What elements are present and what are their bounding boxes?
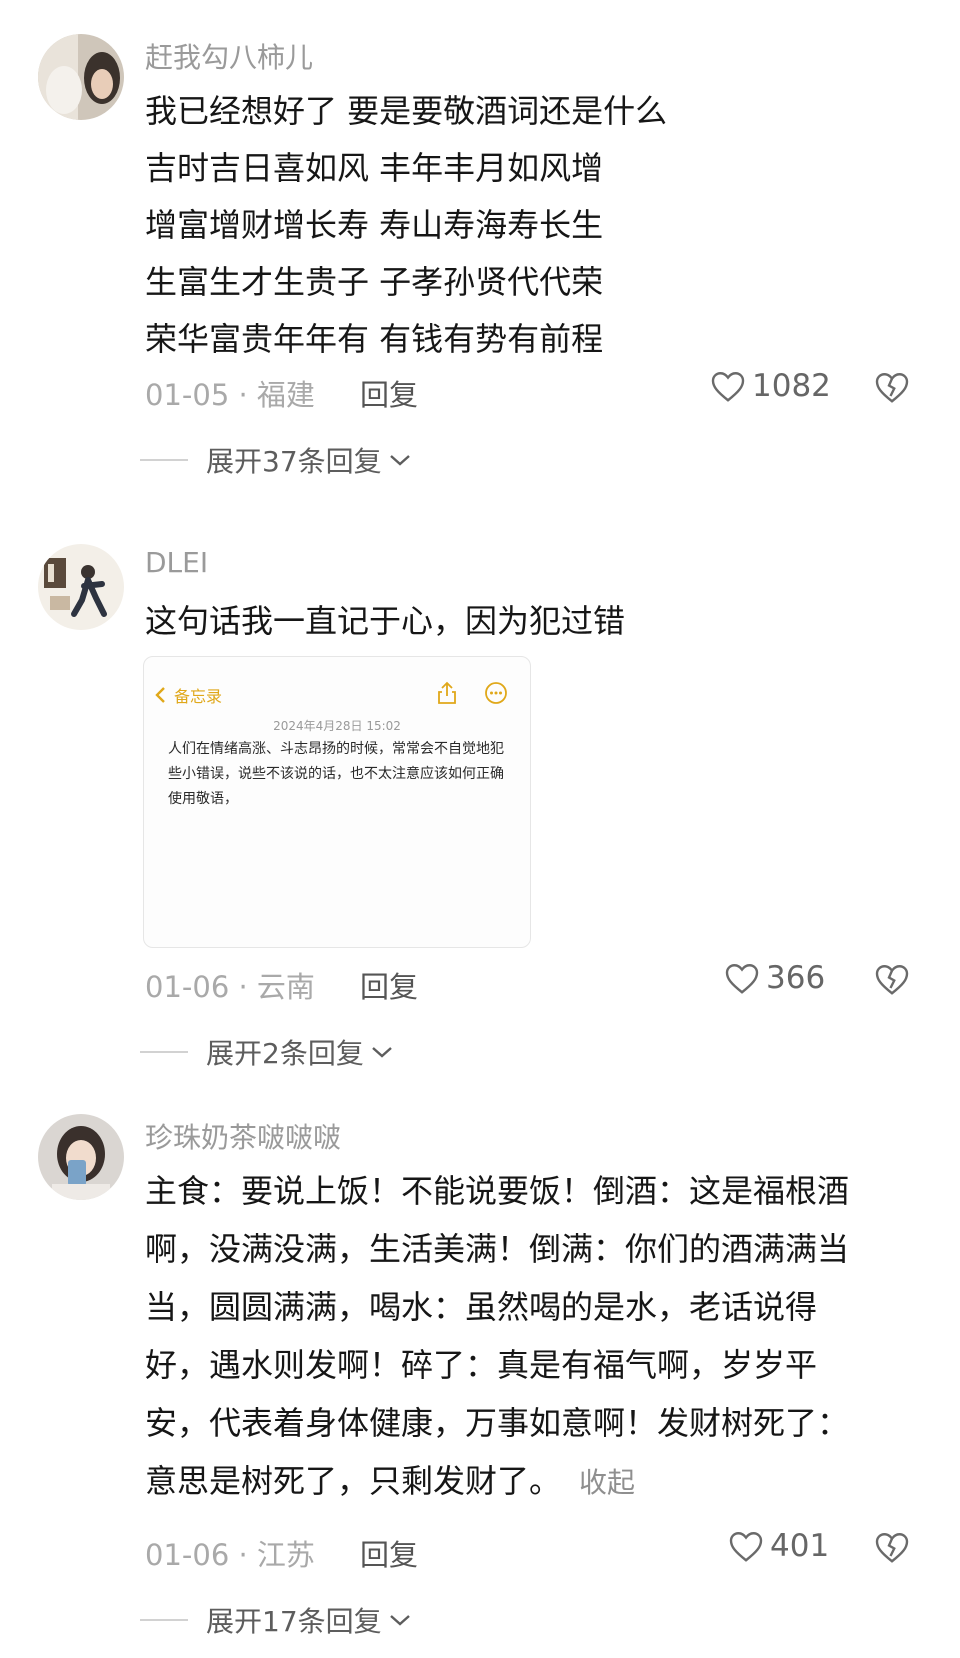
chevron-down-icon bbox=[389, 455, 410, 466]
date-location: 01-05 · 福建 bbox=[145, 378, 315, 412]
heart-icon bbox=[729, 1532, 763, 1562]
like-button[interactable]: 401 bbox=[728, 1528, 829, 1564]
expand-replies[interactable]: 展开17条回复 bbox=[140, 1600, 412, 1640]
memo-text: 人们在情绪高涨、斗志昂扬的时候，常常会不自觉地犯些小错误，说些不该说的话，也不太… bbox=[168, 741, 504, 807]
comment-text-line: 生富生才生贵子 子孝孙贤代代荣 bbox=[145, 263, 604, 301]
like-button[interactable]: 366 bbox=[724, 960, 825, 996]
broken-heart-icon bbox=[875, 965, 909, 995]
chevron-down-icon bbox=[389, 1615, 410, 1626]
avatar[interactable] bbox=[38, 34, 124, 120]
heart-icon bbox=[711, 372, 745, 402]
divider bbox=[140, 1051, 188, 1053]
heart-icon bbox=[725, 964, 759, 994]
memo-back-label: 备忘录 bbox=[174, 687, 223, 706]
memo-screenshot[interactable]: 备忘录 2024年4月28日 15:02 人们在情绪高涨、斗志昂扬的时候，常常会… bbox=[143, 656, 531, 948]
divider bbox=[140, 1619, 188, 1621]
comment-text-line: 我已经想好了 要是要敬酒词还是什么 bbox=[145, 92, 668, 130]
broken-heart-icon bbox=[875, 373, 909, 403]
expand-replies-label: 展开2条回复 bbox=[206, 1037, 364, 1070]
chevron-left-icon bbox=[155, 687, 165, 703]
collapse-button[interactable]: 收起 bbox=[579, 1466, 635, 1499]
broken-heart-icon bbox=[875, 1533, 909, 1563]
memo-back: 备忘录 bbox=[154, 683, 222, 707]
username[interactable]: 珍珠奶茶啵啵啵 bbox=[145, 1116, 341, 1156]
reply-button[interactable]: 回复 bbox=[360, 964, 418, 1006]
dislike-button[interactable] bbox=[874, 962, 910, 1000]
divider bbox=[140, 459, 188, 461]
reply-button[interactable]: 回复 bbox=[360, 372, 418, 414]
avatar[interactable] bbox=[38, 544, 124, 630]
username[interactable]: DLEI bbox=[145, 546, 208, 579]
comment-text-line: 这句话我一直记于心，因为犯过错 bbox=[145, 602, 626, 640]
expand-replies[interactable]: 展开2条回复 bbox=[140, 1032, 394, 1072]
like-button[interactable]: 1082 bbox=[710, 368, 831, 404]
comment-text-line: 主食：要说上饭！不能说要饭！倒酒：这是福根酒 bbox=[145, 1172, 850, 1210]
date-location: 01-06 · 云南 bbox=[145, 970, 315, 1004]
reply-button[interactable]: 回复 bbox=[360, 1532, 418, 1574]
expand-replies-label: 展开37条回复 bbox=[206, 445, 382, 478]
date-location: 01-06 · 江苏 bbox=[145, 1538, 315, 1572]
chevron-down-icon bbox=[372, 1047, 392, 1058]
like-count: 401 bbox=[770, 1528, 830, 1564]
comment-text-line: 增富增财增长寿 寿山寿海寿长生 bbox=[145, 206, 604, 244]
comment-text: 意思是树死了，只剩发财了。 bbox=[145, 1462, 562, 1500]
like-count: 366 bbox=[766, 960, 826, 996]
comment-text-line-last: 意思是树死了，只剩发财了。 收起 bbox=[145, 1456, 635, 1502]
more-icon bbox=[485, 682, 507, 704]
comment-text-line: 荣华富贵年年有 有钱有势有前程 bbox=[145, 320, 604, 358]
expand-replies-label: 展开17条回复 bbox=[206, 1605, 382, 1638]
comment-text-line: 好，遇水则发啊！碎了：真是有福气啊，岁岁平 bbox=[145, 1346, 818, 1384]
dislike-button[interactable] bbox=[874, 370, 910, 408]
comment-text-line: 啊，没满没满，生活美满！倒满：你们的酒满满当 bbox=[145, 1230, 850, 1268]
avatar[interactable] bbox=[38, 1114, 124, 1200]
share-icon bbox=[438, 681, 456, 704]
comment-text-line: 安，代表着身体健康，万事如意啊！发财树死了： bbox=[145, 1404, 850, 1442]
expand-replies[interactable]: 展开37条回复 bbox=[140, 440, 412, 480]
comment-text-line: 当，圆圆满满，喝水：虽然喝的是水，老话说得 bbox=[145, 1288, 818, 1326]
username[interactable]: 赶我勾八柿儿 bbox=[145, 36, 313, 76]
like-count: 1082 bbox=[752, 368, 831, 404]
memo-date: 2024年4月28日 15:02 bbox=[273, 719, 401, 733]
dislike-button[interactable] bbox=[874, 1530, 910, 1568]
comment-text-line: 吉时吉日喜如风 丰年丰月如风增 bbox=[145, 149, 604, 187]
